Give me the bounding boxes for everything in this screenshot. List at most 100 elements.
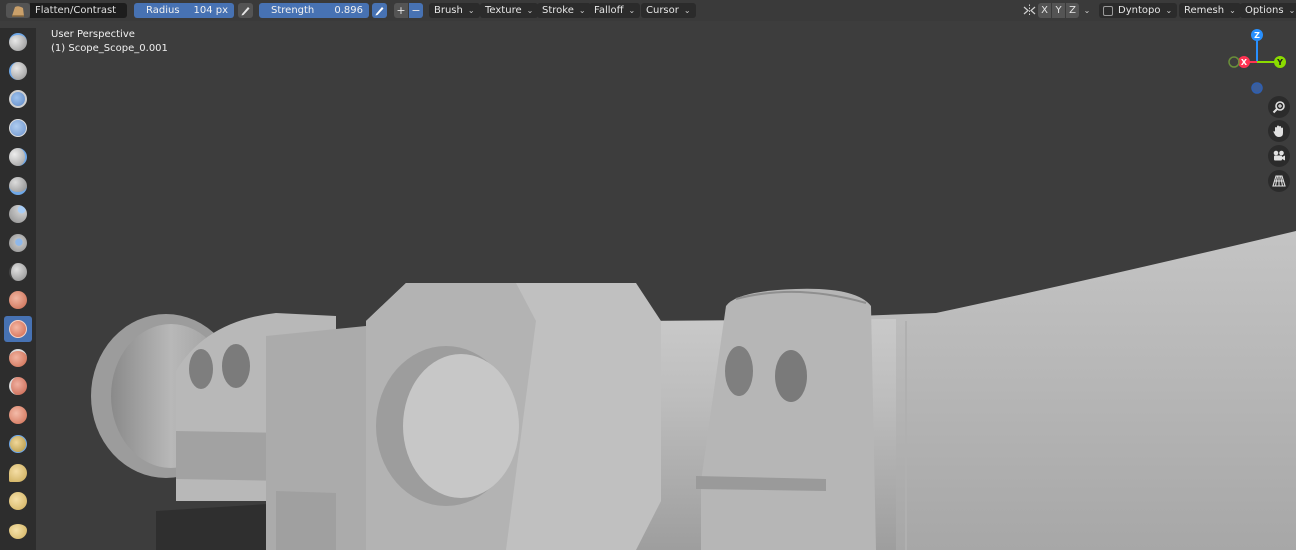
chevron-down-icon: ⌄ bbox=[578, 6, 586, 15]
chevron-down-icon: ⌄ bbox=[1288, 6, 1296, 15]
cursor-menu[interactable]: Cursor ⌄ bbox=[641, 3, 696, 18]
pen-pressure-icon bbox=[375, 7, 384, 16]
tool-button-clay-brush[interactable] bbox=[4, 86, 32, 112]
radius-pressure-toggle[interactable] bbox=[238, 3, 253, 18]
strength-slider[interactable]: Strength 0.896 bbox=[259, 3, 369, 18]
tool-button-blob-brush[interactable] bbox=[4, 230, 32, 256]
gizmo-z-label: Z bbox=[1254, 31, 1260, 40]
direction-subtract-button[interactable]: − bbox=[409, 3, 423, 18]
tool-button-draw-sharp-brush[interactable] bbox=[4, 58, 32, 84]
remesh-menu[interactable]: Remesh ⌄ bbox=[1179, 3, 1241, 18]
elastic-deform-brush-icon bbox=[9, 492, 27, 511]
direction-add-button[interactable]: + bbox=[394, 3, 408, 18]
tool-button-clay-thumb-brush[interactable] bbox=[4, 144, 32, 170]
dyntopo-checkbox[interactable] bbox=[1103, 5, 1113, 16]
perspective-toggle-button[interactable] bbox=[1268, 170, 1290, 192]
stroke-menu[interactable]: Stroke ⌄ bbox=[537, 3, 591, 18]
tool-button-grab-brush[interactable] bbox=[4, 460, 32, 486]
tool-button-elastic-deform-brush[interactable] bbox=[4, 488, 32, 514]
view-name: User Perspective bbox=[51, 29, 135, 40]
remesh-label: Remesh bbox=[1184, 5, 1225, 16]
mirror-x-toggle[interactable]: X bbox=[1038, 3, 1051, 18]
chevron-down-icon: ⌄ bbox=[526, 6, 534, 15]
strength-pressure-toggle[interactable] bbox=[372, 3, 387, 18]
falloff-menu-label: Falloff bbox=[594, 5, 624, 16]
tool-button-pinch-brush[interactable] bbox=[4, 431, 32, 457]
camera-view-button[interactable] bbox=[1268, 145, 1290, 167]
strength-value: 0.896 bbox=[334, 5, 363, 16]
chevron-down-icon: ⌄ bbox=[628, 6, 636, 15]
dyntopo-label: Dyntopo bbox=[1118, 5, 1161, 16]
symmetry-icon bbox=[1023, 4, 1035, 17]
symmetry-dropdown[interactable]: ⌄ bbox=[1081, 3, 1093, 18]
navigation-gizmo[interactable]: Z Y X bbox=[1226, 27, 1290, 97]
blob-brush-icon bbox=[9, 233, 27, 252]
tool-button-clay-strips-brush[interactable] bbox=[4, 115, 32, 141]
mirror-y-label: Y bbox=[1055, 5, 1062, 16]
brush-name-field[interactable]: Flatten/Contrast bbox=[30, 3, 127, 18]
radius-label: Radius bbox=[146, 5, 180, 16]
texture-menu[interactable]: Texture ⌄ bbox=[480, 3, 539, 18]
tool-button-scrape-brush[interactable] bbox=[4, 373, 32, 399]
clay-brush-icon bbox=[9, 90, 27, 109]
grid-icon bbox=[1272, 175, 1286, 187]
layer-brush-icon bbox=[9, 176, 27, 195]
smooth-brush-icon bbox=[9, 291, 27, 310]
fill-brush-icon bbox=[9, 348, 27, 367]
gizmo-neg-y-axis[interactable] bbox=[1228, 56, 1240, 68]
tool-button-crease-brush[interactable] bbox=[4, 259, 32, 285]
plus-icon: + bbox=[396, 4, 406, 17]
brush-thumbnail-button[interactable] bbox=[6, 3, 30, 18]
grab-brush-icon bbox=[9, 463, 27, 482]
mirror-y-toggle[interactable]: Y bbox=[1052, 3, 1065, 18]
brush-menu[interactable]: Brush ⌄ bbox=[429, 3, 480, 18]
gizmo-neg-z-axis[interactable] bbox=[1251, 82, 1263, 94]
symmetry-button[interactable] bbox=[1022, 3, 1036, 18]
chevron-down-icon: ⌄ bbox=[467, 6, 475, 15]
options-label: Options bbox=[1245, 5, 1284, 16]
tool-button-layer-brush[interactable] bbox=[4, 173, 32, 199]
chevron-down-icon: ⌄ bbox=[683, 6, 691, 15]
mirror-z-label: Z bbox=[1069, 5, 1076, 16]
minus-icon: − bbox=[411, 4, 421, 17]
dyntopo-menu[interactable]: Dyntopo ⌄ bbox=[1099, 3, 1178, 18]
pen-pressure-icon bbox=[241, 7, 250, 16]
gizmo-x-label: X bbox=[1241, 58, 1248, 67]
chevron-down-icon: ⌄ bbox=[1229, 6, 1236, 15]
tool-button-flatten-brush[interactable] bbox=[4, 316, 32, 342]
tool-button-inflate-brush[interactable] bbox=[4, 201, 32, 227]
falloff-menu[interactable]: Falloff ⌄ bbox=[589, 3, 641, 18]
mirror-z-toggle[interactable]: Z bbox=[1066, 3, 1079, 18]
camera-icon bbox=[1273, 150, 1285, 161]
tool-button-snake-hook-brush[interactable] bbox=[4, 517, 32, 543]
tool-button-draw-brush[interactable] bbox=[4, 29, 32, 55]
tool-shelf bbox=[0, 28, 36, 550]
options-menu[interactable]: Options ⌄ bbox=[1240, 3, 1296, 18]
tool-button-smooth-brush[interactable] bbox=[4, 287, 32, 313]
draw-brush-icon bbox=[9, 33, 27, 51]
viewport-3d-render[interactable] bbox=[36, 21, 1296, 550]
radius-value: 104 px bbox=[193, 5, 228, 16]
brush-menu-label: Brush bbox=[434, 5, 463, 16]
clay-strips-brush-icon bbox=[9, 119, 27, 138]
scrape-brush-icon bbox=[9, 377, 27, 396]
clay-thumb-brush-icon bbox=[9, 147, 27, 166]
brush-name-text: Flatten/Contrast bbox=[35, 5, 117, 16]
crease-brush-icon bbox=[9, 262, 27, 281]
stroke-menu-label: Stroke bbox=[542, 5, 574, 16]
tool-button-multiplane-scrape-brush[interactable] bbox=[4, 402, 32, 428]
multiplane-scrape-brush-icon bbox=[9, 406, 27, 425]
snake-hook-brush-icon bbox=[9, 520, 27, 539]
pan-button[interactable] bbox=[1268, 120, 1290, 142]
inflate-brush-icon bbox=[9, 205, 27, 224]
draw-sharp-brush-icon bbox=[9, 61, 27, 80]
tool-button-fill-brush[interactable] bbox=[4, 345, 32, 371]
strength-label: Strength bbox=[271, 5, 315, 16]
active-object-name: (1) Scope_Scope_0.001 bbox=[51, 43, 168, 54]
radius-slider[interactable]: Radius 104 px bbox=[134, 3, 234, 18]
zoom-icon bbox=[1272, 101, 1285, 114]
zoom-button[interactable] bbox=[1268, 96, 1290, 118]
mirror-x-label: X bbox=[1041, 5, 1048, 16]
hand-icon bbox=[1273, 125, 1283, 137]
chevron-down-icon: ⌄ bbox=[1165, 6, 1173, 15]
